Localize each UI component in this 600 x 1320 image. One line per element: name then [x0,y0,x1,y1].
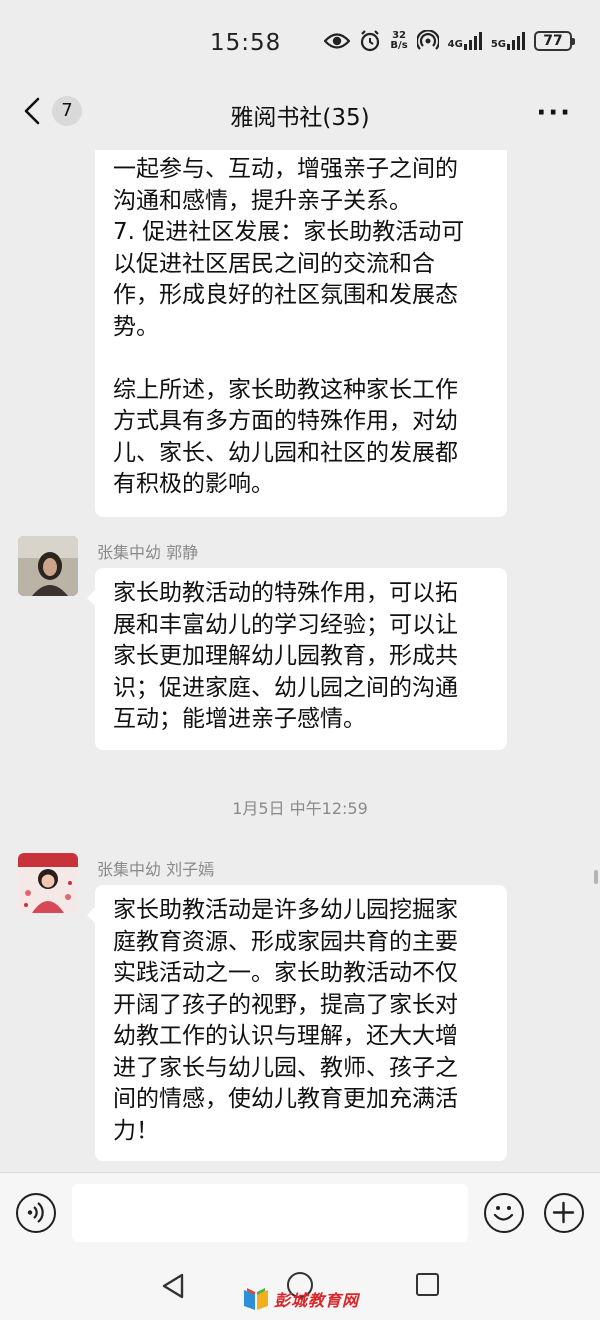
watermark-text: 彭城教育网 [274,1291,360,1310]
sender-name: 张集中幼 郭静 [97,543,199,562]
message-bubble[interactable]: 家长助教活动的特殊作用，可以拓 展和丰富幼儿的学习经验；可以让 家长更加理解幼儿… [87,568,507,750]
signal-5g: 5G [491,32,525,50]
signal-bars-icon [507,32,525,50]
status-icons: 32 B/s 4G 5G 77 [324,30,575,52]
hotspot-icon [416,30,439,50]
net-speed: 32 B/s [390,30,408,51]
system-back-icon[interactable] [160,1272,186,1300]
status-time: 15:58 [210,30,282,56]
avatar-photo [18,853,78,913]
message-list[interactable]: 一起参与、互动，增强亲子之间的 沟通和感情，提升亲子关系。 7. 促进社区发展：… [0,150,600,1172]
voice-icon [27,1202,44,1223]
back-button[interactable]: 7 [20,96,82,126]
plus-icon [552,1201,575,1224]
signal-bars-icon [463,32,482,50]
chevron-left-icon [24,97,40,125]
system-recents-icon[interactable] [416,1273,439,1296]
message-text: 一起参与、互动，增强亲子之间的 沟通和感情，提升亲子关系。 7. 促进社区发展：… [113,156,465,497]
message-bubble[interactable]: 家长助教活动是许多幼儿园挖掘家 庭教育资源、形成家园共育的主要 实践活动之一。家… [87,885,507,1161]
eye-icon [324,33,351,49]
add-button[interactable] [544,1193,584,1233]
emoji-button[interactable] [484,1193,524,1233]
message-bubble[interactable]: 一起参与、互动，增强亲子之间的 沟通和感情，提升亲子关系。 7. 促进社区发展：… [95,150,507,517]
avatar[interactable] [18,536,78,596]
avatar[interactable] [18,853,78,913]
sender-name: 张集中幼 刘子嫣 [97,860,215,879]
unread-badge: 7 [52,96,82,126]
message-text: 家长助教活动是许多幼儿园挖掘家 庭教育资源、形成家园共育的主要 实践活动之一。家… [113,897,458,1144]
system-navigation: 彭城教育网 [0,1250,600,1320]
battery-icon: 77 [534,31,575,51]
book-logo-icon [244,1288,268,1310]
emoji-icon [493,1206,514,1221]
avatar-photo [18,536,78,596]
chat-title: 雅阅书社(35) [230,105,370,131]
input-bar [0,1172,600,1250]
scrollbar[interactable] [594,870,598,884]
voice-button[interactable] [16,1193,56,1233]
message-input[interactable] [72,1184,468,1242]
watermark: 彭城教育网 [242,1286,359,1312]
status-bar: 15:58 32 B/s 4G 5G 77 [0,0,600,90]
more-button[interactable]: ··· [536,98,572,128]
chat-header: 雅阅书社(35) 7 ··· [0,90,600,150]
alarm-icon [361,30,380,52]
message-text: 家长助教活动的特殊作用，可以拓 展和丰富幼儿的学习经验；可以让 家长更加理解幼儿… [113,580,458,732]
signal-4g: 4G [448,32,482,50]
message-timestamp: 1月5日 中午12:59 [232,799,368,818]
